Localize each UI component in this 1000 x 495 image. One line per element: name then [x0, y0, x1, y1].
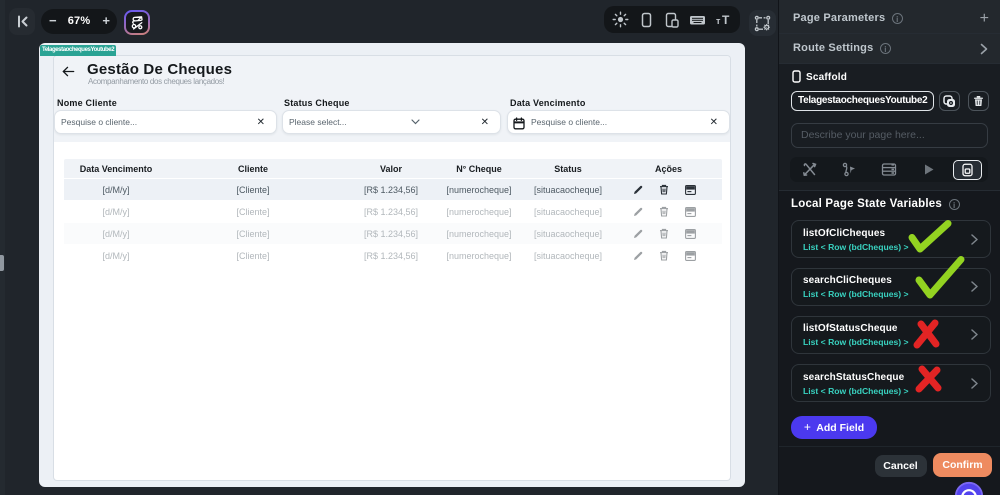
svg-text:т: т: [716, 16, 721, 26]
svg-text:T: T: [722, 13, 730, 26]
